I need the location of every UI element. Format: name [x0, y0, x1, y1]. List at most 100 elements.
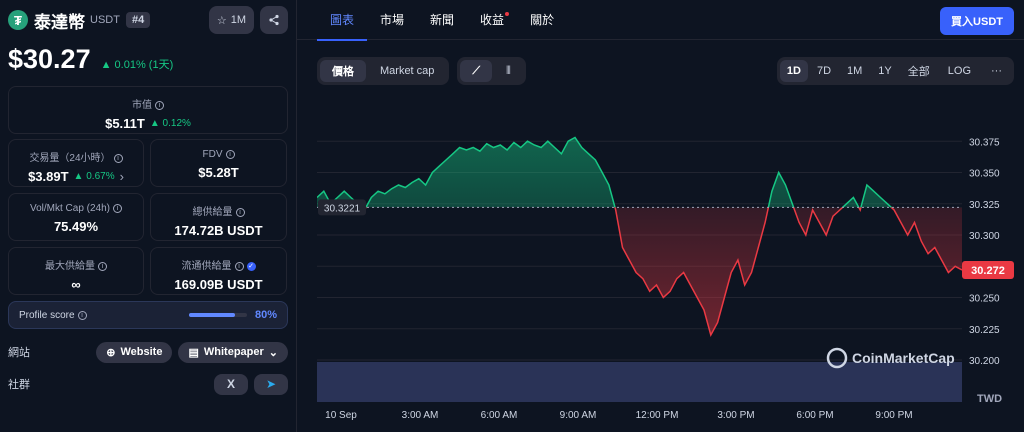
y-tick-label: 30.250 — [969, 294, 1000, 305]
metric-toggle: 價格 Market cap — [317, 57, 450, 85]
total-supply-card: 總供給量 i 174.72B USDT — [150, 193, 287, 241]
range-1y[interactable]: 1Y — [871, 60, 898, 82]
baseline-label: 30.3221 — [318, 199, 366, 216]
circulating-supply-label: 流通供給量 — [181, 261, 232, 272]
market-cap-label: 市值 — [132, 100, 152, 111]
price-change: ▲ 0.01% (1天) — [100, 59, 174, 71]
vol-mkt-cap-value: 75.49% — [53, 219, 99, 234]
price-chart[interactable]: 30.3221 30.37530.35030.32530.30030.27530… — [317, 100, 1014, 432]
x-tick-label: 3:00 AM — [402, 410, 439, 421]
chevron-down-icon: ⌄ — [268, 346, 278, 359]
website-label: 網站 — [8, 347, 30, 359]
profile-score[interactable]: Profile score i 80% — [8, 301, 288, 329]
watch-count: 1M — [230, 14, 246, 26]
star-icon: ☆ — [216, 14, 227, 27]
rank-badge: #4 — [125, 12, 151, 28]
tab-news[interactable]: 新聞 — [417, 0, 467, 40]
y-tick-label: 30.350 — [969, 169, 1000, 180]
fdv-card: FDV i $5.28T — [150, 139, 287, 187]
volume-label: 交易量（24小時） — [29, 153, 111, 164]
market-cap-value: $5.11T — [105, 116, 145, 131]
currency-label: TWD — [977, 393, 1002, 405]
line-chart-icon[interactable]: ⟋ — [460, 60, 493, 82]
volume-change: ▲ 0.67% — [73, 171, 115, 182]
section-tabs: 圖表 市場 新聞 收益 關於 買入USDT — [297, 0, 1024, 41]
y-tick-label: 30.325 — [969, 200, 1000, 211]
globe-icon: ⊕ — [106, 346, 116, 359]
range-selector: 1D 7D 1M 1Y 全部 LOG ··· — [776, 57, 1014, 85]
current-price: $30.27 — [8, 44, 91, 74]
buy-usdt-button[interactable]: 買入USDT — [940, 7, 1014, 35]
more-options-icon[interactable]: ··· — [982, 60, 1011, 82]
svg-text:30.3221: 30.3221 — [324, 203, 361, 214]
fdv-value: $5.28T — [198, 165, 239, 180]
whitepaper-button[interactable]: ▤ Whitepaper ⌄ — [178, 341, 288, 363]
max-supply-value: ∞ — [71, 277, 81, 292]
website-row: 網站 ⊕ Website ▤ Whitepaper ⌄ — [8, 341, 288, 363]
tab-about[interactable]: 關於 — [517, 0, 567, 40]
coin-symbol: USDT — [90, 14, 120, 26]
chevron-right-icon: › — [119, 169, 124, 184]
coin-header: ₮ 泰達幣 USDT #4 ☆ 1M — [8, 0, 288, 40]
watchlist-button[interactable]: ☆ 1M — [208, 6, 254, 34]
price-toggle[interactable]: 價格 — [320, 60, 366, 82]
x-tick-label: 9:00 PM — [875, 410, 912, 421]
circulating-supply-value: 169.09B USDT — [174, 277, 263, 292]
verified-icon: ✓ — [246, 261, 256, 271]
chart-panel: 圖表 市場 新聞 收益 關於 買入USDT 價格 Market cap ⟋ ⫴ … — [297, 0, 1024, 432]
website-button-label: Website — [120, 346, 163, 358]
tab-chart[interactable]: 圖表 — [317, 0, 368, 41]
tab-markets[interactable]: 市場 — [367, 0, 417, 40]
info-icon[interactable]: i — [235, 207, 245, 217]
profile-score-fill — [188, 313, 236, 317]
vol-mkt-cap-card: Vol/Mkt Cap (24h) i 75.49% — [8, 193, 144, 241]
info-icon[interactable]: i — [155, 100, 164, 110]
chart-controls: 價格 Market cap ⟋ ⫴ 1D 7D 1M 1Y 全部 LOG ··· — [317, 57, 1014, 85]
range-1d[interactable]: 1D — [779, 60, 808, 82]
x-tick-label: 9:00 AM — [560, 410, 597, 421]
tether-logo-icon: ₮ — [8, 10, 28, 30]
y-tick-label: 30.200 — [969, 356, 1000, 367]
fdv-label: FDV — [202, 149, 223, 160]
volume-value: $3.89T — [28, 169, 69, 184]
document-icon: ▤ — [188, 346, 199, 359]
volume-bars — [317, 362, 962, 402]
coin-name: 泰達幣 — [34, 12, 85, 32]
max-supply-label: 最大供給量 — [45, 261, 95, 272]
whitepaper-button-label: Whitepaper — [203, 346, 264, 358]
x-tick-label: 3:00 PM — [717, 410, 754, 421]
info-icon[interactable]: i — [113, 153, 123, 163]
total-supply-value: 174.72B USDT — [174, 223, 263, 238]
volume-card[interactable]: 交易量（24小時） i $3.89T ▲ 0.67% › — [8, 139, 144, 187]
market-cap-toggle[interactable]: Market cap — [368, 60, 446, 82]
info-icon[interactable]: i — [113, 203, 123, 213]
tab-yield[interactable]: 收益 — [467, 0, 517, 40]
info-icon[interactable]: i — [225, 149, 235, 159]
candlestick-icon[interactable]: ⫴ — [494, 60, 523, 82]
social-label: 社群 — [8, 379, 30, 391]
range-1m[interactable]: 1M — [840, 60, 869, 82]
range-all[interactable]: 全部 — [901, 60, 937, 82]
share-icon — [269, 14, 279, 26]
profile-score-value: 80% — [254, 309, 277, 321]
market-cap-change: ▲ 0.12% — [149, 118, 191, 129]
profile-score-label: Profile score — [19, 309, 75, 321]
info-icon[interactable]: i — [234, 261, 244, 271]
area-below-baseline — [317, 207, 962, 335]
telegram-button[interactable]: ➤ — [254, 373, 288, 395]
total-supply-label: 總供給量 — [192, 207, 233, 218]
notification-dot — [505, 11, 510, 16]
x-icon: X — [226, 377, 235, 391]
svg-text:CoinMarketCap: CoinMarketCap — [852, 350, 955, 366]
x-twitter-button[interactable]: X — [214, 373, 248, 395]
log-toggle[interactable]: LOG — [939, 60, 980, 82]
info-icon[interactable]: i — [77, 310, 87, 320]
max-supply-card: 最大供給量 i ∞ — [8, 247, 144, 295]
range-7d[interactable]: 7D — [810, 60, 838, 82]
x-tick-label: 12:00 PM — [636, 410, 679, 421]
info-icon[interactable]: i — [98, 261, 107, 271]
share-button[interactable] — [260, 6, 288, 34]
coin-sidebar: ₮ 泰達幣 USDT #4 ☆ 1M $30.27 ▲ 0.01% (1天) 市… — [0, 0, 297, 432]
website-button[interactable]: ⊕ Website — [96, 341, 173, 363]
y-tick-label: 30.300 — [969, 231, 1000, 242]
